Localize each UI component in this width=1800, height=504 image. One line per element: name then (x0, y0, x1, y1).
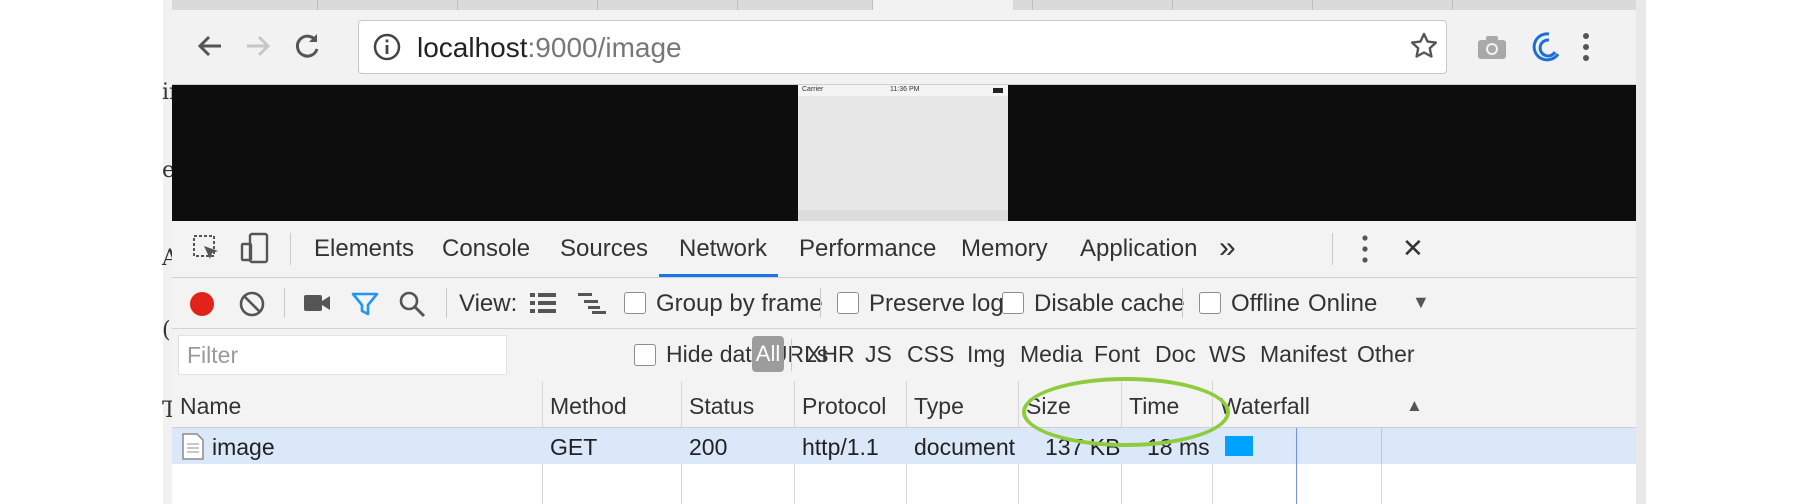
browser-window: localhost:9000/image Carrier 11:36 PM El… (172, 0, 1636, 504)
cell-status: 200 (689, 434, 728, 460)
devtools-tab-bar: Elements Console Sources Network Perform… (172, 221, 1636, 278)
disable-cache-label: Disable cache (1034, 290, 1185, 317)
filter-type-css[interactable]: CSS (907, 341, 954, 368)
document-file-icon (182, 433, 204, 465)
extension-moon-icon[interactable] (1527, 30, 1561, 69)
filter-type-other[interactable]: Other (1357, 341, 1415, 368)
column-header-name[interactable]: Name (180, 393, 241, 420)
capture-screenshots-icon[interactable] (303, 292, 331, 319)
preserve-log-label: Preserve log (869, 290, 1004, 317)
requests-table: Name Method Status Protocol Type Size Ti… (172, 381, 1636, 504)
column-header-method[interactable]: Method (550, 393, 627, 420)
address-bar[interactable]: localhost:9000/image (358, 20, 1447, 74)
cell-method: GET (550, 434, 598, 460)
hide-data-urls-label: Hide data URLs (666, 341, 829, 367)
reload-icon[interactable] (285, 24, 329, 68)
view-label: View: (459, 290, 518, 317)
browser-menu-icon[interactable] (1580, 30, 1592, 69)
waterfall-gridline (1381, 428, 1382, 464)
devtools-menu-icon[interactable] (1360, 233, 1370, 270)
disable-cache-checkbox[interactable] (1002, 292, 1024, 314)
group-by-frame-label: Group by frame (656, 290, 823, 317)
active-tab-indicator (659, 274, 778, 277)
devtools-panel: Elements Console Sources Network Perform… (172, 221, 1636, 504)
url-text: localhost:9000/image (417, 32, 682, 64)
tab-strip[interactable] (172, 0, 1636, 10)
filter-bar: Hide data URLs All XHR JS CSS Img Media … (172, 329, 1636, 382)
more-tabs-chevron-icon[interactable]: » (1219, 231, 1236, 265)
bookmark-star-icon[interactable] (1409, 31, 1439, 66)
filter-type-ws[interactable]: WS (1209, 341, 1246, 368)
inspect-element-icon[interactable] (192, 234, 222, 269)
status-time: 11:36 PM (890, 86, 920, 93)
table-header: Name Method Status Protocol Type Size Ti… (172, 381, 1636, 428)
tab-network[interactable]: Network (679, 235, 767, 263)
battery-icon (993, 88, 1003, 93)
cell-name: image (212, 434, 275, 460)
tab-memory[interactable]: Memory (961, 235, 1048, 263)
network-toolbar: View: Group by frame Preserve log Disabl… (172, 278, 1636, 329)
filter-type-media[interactable]: Media (1020, 341, 1083, 368)
large-rows-icon[interactable] (530, 292, 556, 319)
column-header-type[interactable]: Type (914, 393, 964, 420)
record-icon[interactable] (188, 290, 216, 323)
filter-type-doc[interactable]: Doc (1155, 341, 1196, 368)
url-path: :9000/image (527, 32, 682, 63)
page-viewport: Carrier 11:36 PM (172, 85, 1636, 221)
overview-icon[interactable] (578, 292, 606, 319)
close-icon[interactable]: ✕ (1402, 233, 1424, 264)
browser-toolbar: localhost:9000/image (172, 10, 1636, 85)
filter-type-img[interactable]: Img (967, 341, 1005, 368)
device-screen: Carrier 11:36 PM (798, 85, 1008, 221)
filter-input[interactable] (179, 336, 495, 374)
preserve-log-checkbox[interactable] (837, 292, 859, 314)
hide-data-urls-checkbox[interactable] (634, 344, 656, 366)
offline-label: Offline (1231, 290, 1300, 317)
chevron-down-icon[interactable]: ▼ (1412, 292, 1430, 313)
tab-console[interactable]: Console (442, 235, 530, 263)
back-arrow-icon[interactable] (188, 24, 232, 68)
behind-text: ( (162, 318, 171, 343)
url-host: localhost (417, 32, 528, 63)
clear-icon[interactable] (238, 290, 266, 323)
filter-icon[interactable] (351, 290, 379, 323)
carrier-label: Carrier (802, 86, 824, 93)
info-icon[interactable] (373, 33, 401, 66)
column-header-waterfall[interactable]: Waterfall (1220, 393, 1310, 420)
forward-arrow-icon[interactable] (236, 24, 280, 68)
throttling-select[interactable]: Online (1308, 290, 1377, 318)
background-window-right (1636, 0, 1646, 504)
column-header-protocol[interactable]: Protocol (802, 393, 886, 420)
camera-icon[interactable] (1477, 34, 1507, 65)
waterfall-bar (1225, 436, 1253, 456)
device-toolbar-icon[interactable] (240, 232, 270, 269)
tab-application[interactable]: Application (1080, 235, 1197, 263)
sort-ascending-icon[interactable]: ▲ (1406, 396, 1423, 416)
cell-protocol: http/1.1 (802, 434, 879, 460)
filter-type-manifest[interactable]: Manifest (1260, 341, 1347, 368)
background-window-left: in e A ( T (162, 0, 183, 504)
filter-type-font[interactable]: Font (1094, 341, 1140, 368)
waterfall-marker (1296, 464, 1297, 504)
highlight-ellipse (1022, 377, 1230, 447)
group-by-frame-checkbox[interactable] (624, 292, 646, 314)
waterfall-gridline (1381, 464, 1382, 504)
tab-performance[interactable]: Performance (799, 235, 936, 263)
filter-type-all[interactable]: All (752, 336, 784, 372)
cell-type: document (914, 434, 1016, 460)
filter-type-xhr[interactable]: XHR (806, 341, 855, 368)
search-icon[interactable] (398, 290, 426, 323)
offline-checkbox[interactable] (1199, 292, 1221, 314)
table-row[interactable]: image GET 200 http/1.1 document 137 KB 1… (172, 428, 1636, 464)
waterfall-marker (1296, 428, 1297, 464)
column-header-status[interactable]: Status (689, 393, 754, 420)
filter-type-js[interactable]: JS (865, 341, 892, 368)
tab-elements[interactable]: Elements (314, 235, 414, 263)
filter-input-wrapper (178, 335, 507, 375)
tab-sources[interactable]: Sources (560, 235, 648, 263)
